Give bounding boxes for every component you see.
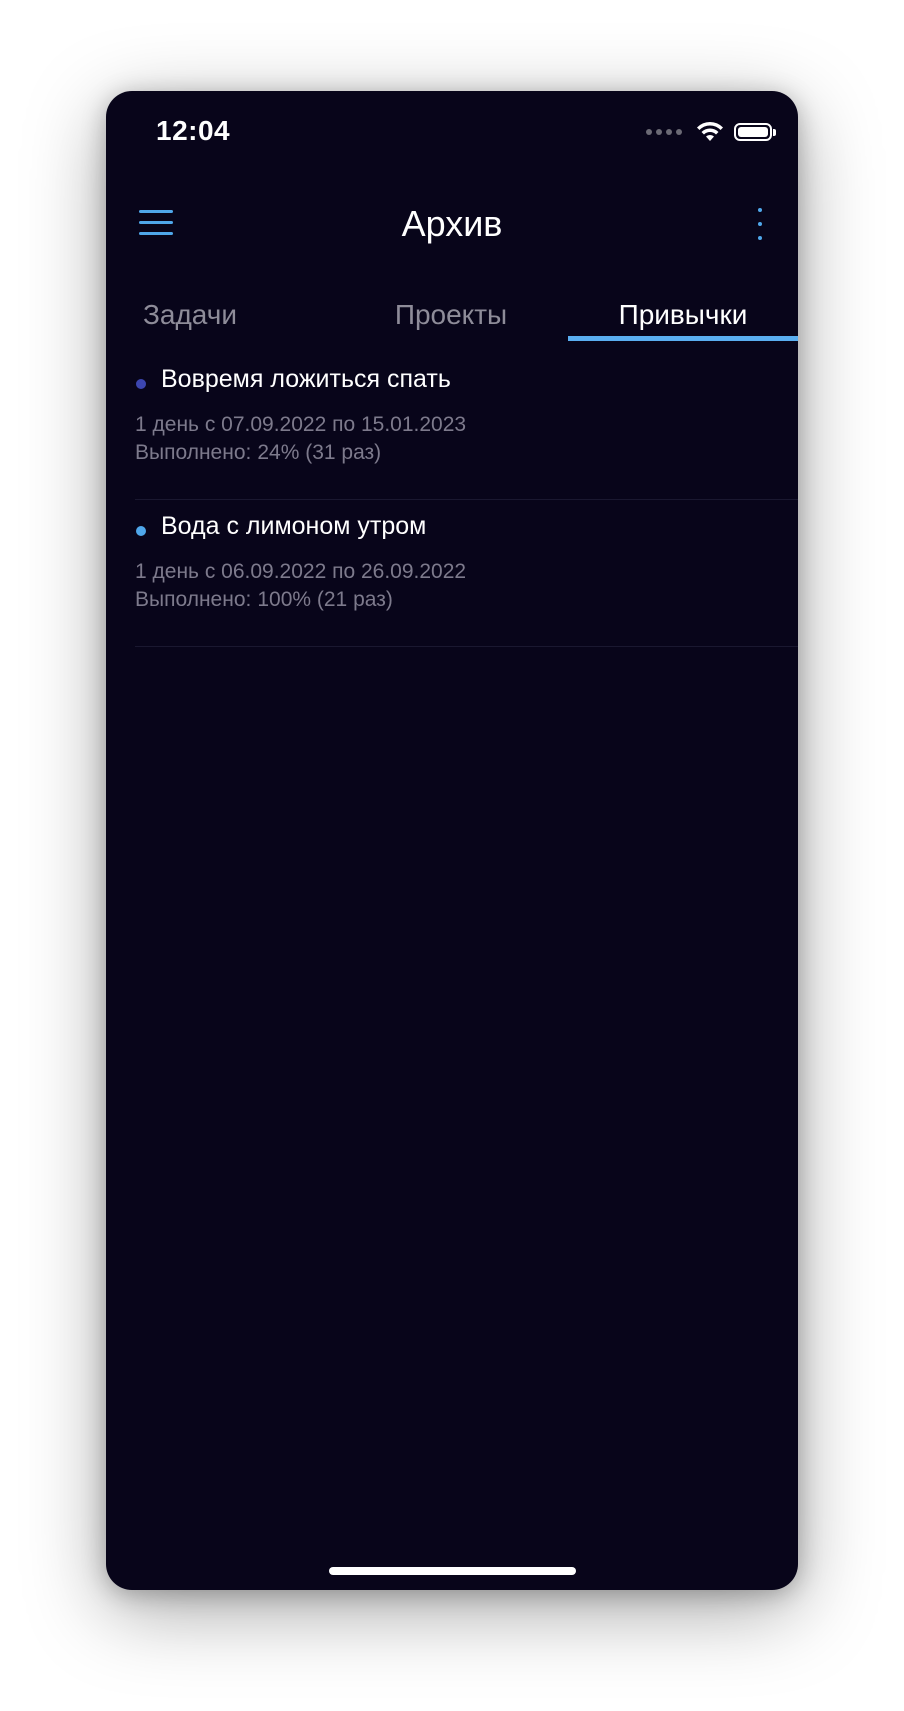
vertical-dots-icon [758, 208, 762, 212]
phone-screen: 12:04 Архив Задачи Проекты Привычки Вовр… [106, 91, 798, 1590]
status-icons [646, 121, 776, 143]
tab-habits[interactable]: Привычки [568, 287, 798, 343]
habit-period: 1 день с 06.09.2022 по 26.09.2022 [135, 560, 467, 583]
cellular-signal-icon [646, 129, 682, 135]
habit-name: Вовремя ложиться спать [161, 365, 451, 393]
wifi-icon [697, 121, 723, 141]
habit-period: 1 день с 07.09.2022 по 15.01.2023 [135, 413, 467, 436]
habit-name: Вода с лимоном утром [161, 512, 427, 540]
habit-progress: Выполнено: 24% (31 раз) [135, 441, 381, 465]
tab-tasks[interactable]: Задачи [106, 287, 274, 343]
page-title: Архив [401, 203, 503, 244]
list-item[interactable]: Вовремя ложиться спать 1 день с 07.09.20… [135, 353, 798, 500]
status-time: 12:04 [156, 115, 231, 146]
tab-bar: Задачи Проекты Привычки [106, 287, 798, 343]
tab-projects[interactable]: Проекты [336, 287, 566, 343]
home-indicator[interactable] [329, 1567, 576, 1575]
active-tab-indicator [568, 336, 798, 341]
battery-icon [734, 123, 776, 141]
progress-label: Выполнено: [135, 441, 252, 464]
more-options-button[interactable] [754, 208, 766, 240]
habit-color-dot [136, 526, 146, 536]
habit-color-dot [136, 379, 146, 389]
progress-label: Выполнено: [135, 588, 252, 611]
progress-value: 24% (31 раз) [257, 441, 382, 464]
progress-value: 100% (21 раз) [257, 588, 393, 611]
list-item[interactable]: Вода с лимоном утром 1 день с 06.09.2022… [135, 500, 798, 647]
habit-progress: Выполнено: 100% (21 раз) [135, 588, 393, 612]
habit-list: Вовремя ложиться спать 1 день с 07.09.20… [106, 353, 798, 647]
